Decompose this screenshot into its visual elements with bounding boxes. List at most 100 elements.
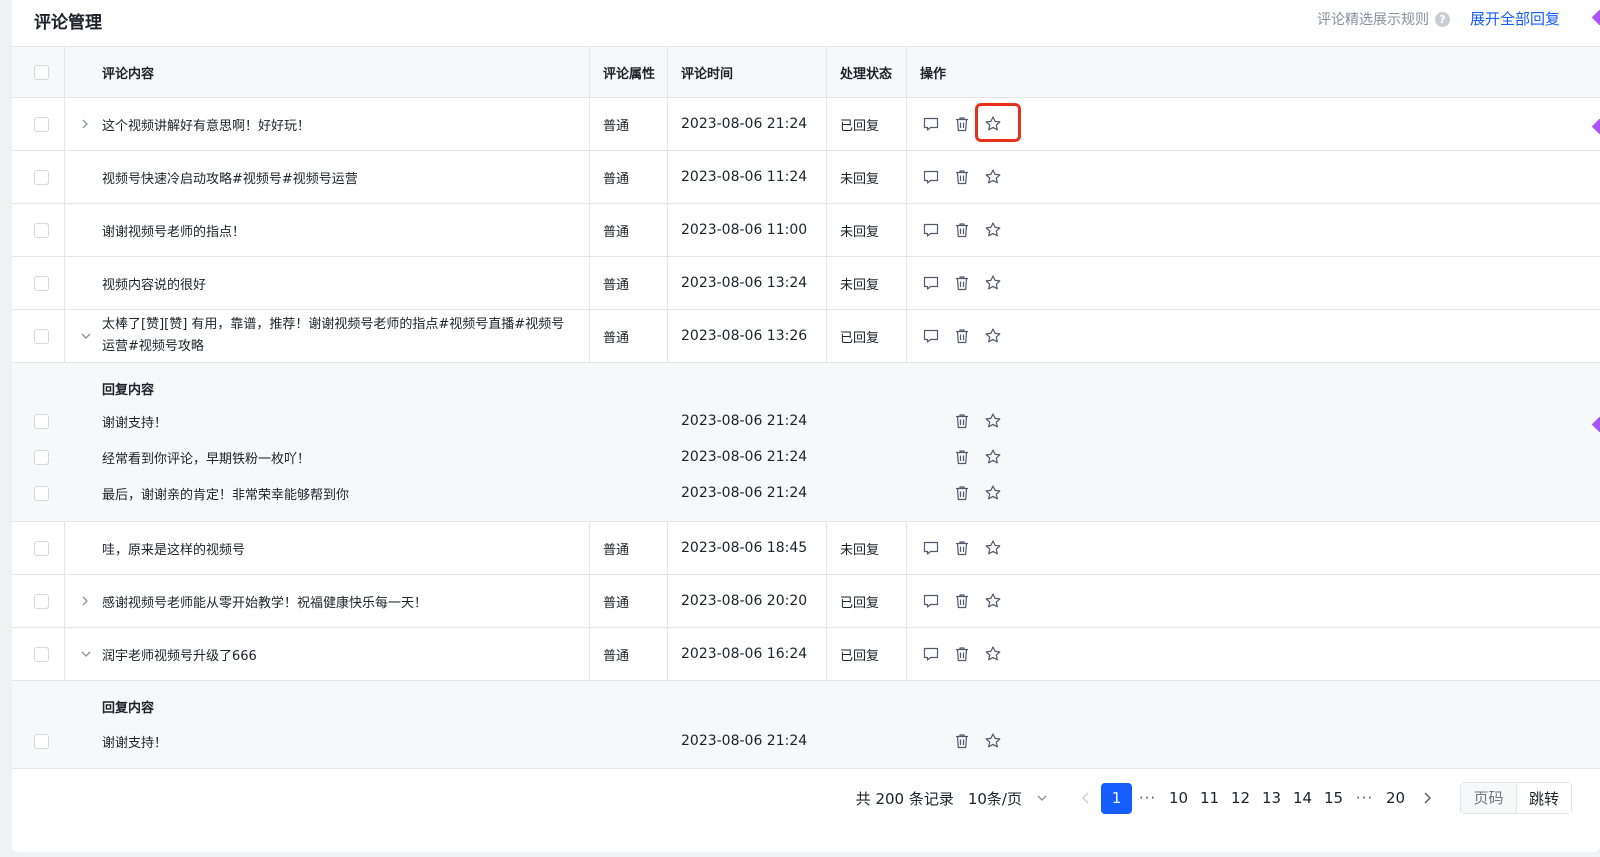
- rule-link[interactable]: 评论精选展示规则 ?: [1317, 9, 1450, 29]
- reply-comment-icon[interactable]: [915, 589, 946, 613]
- status-badge: 已回复: [840, 330, 880, 346]
- reply-comment-icon[interactable]: [915, 271, 946, 295]
- column-header-status: 处理状态: [840, 66, 893, 82]
- reply-checkbox[interactable]: [34, 449, 49, 465]
- comment-content: 视频号快速冷启动攻略#视频号#视频号运营: [102, 171, 358, 187]
- page-button[interactable]: 15: [1318, 783, 1349, 814]
- comment-content: 这个视频讲解好有意思啊！好好玩！: [102, 118, 311, 134]
- comment-content: 太棒了[赞][赞] 有用，靠谱，推荐！谢谢视频号老师的指点#视频号直播#视频号: [102, 317, 565, 332]
- comment-attribute: 普通: [603, 118, 630, 134]
- reply-comment-icon[interactable]: [915, 642, 946, 666]
- feature-star-icon[interactable]: [977, 729, 1008, 753]
- page-ellipsis[interactable]: ···: [1132, 783, 1163, 814]
- rule-link-label: 评论精选展示规则: [1317, 12, 1429, 28]
- feature-star-icon[interactable]: [977, 536, 1008, 560]
- expand-row-icon[interactable]: [80, 98, 90, 150]
- delete-trash-icon[interactable]: [946, 589, 977, 613]
- row-checkbox-cell: [34, 628, 49, 680]
- delete-trash-icon[interactable]: [946, 218, 977, 242]
- row-actions: [915, 204, 1008, 256]
- next-page-button[interactable]: [1411, 783, 1442, 814]
- page-button[interactable]: 10: [1163, 783, 1194, 814]
- chevron-left-icon: [1081, 792, 1088, 804]
- collapse-row-icon[interactable]: [80, 310, 92, 362]
- prev-page-button[interactable]: [1070, 783, 1101, 814]
- reply-row: 经常看到你评论，早期铁粉一枚吖！ 2023-08-06 21:24: [12, 439, 1600, 475]
- expand-row-icon[interactable]: [80, 575, 90, 627]
- delete-trash-icon[interactable]: [946, 409, 977, 433]
- reply-time: 2023-08-06 21:24: [681, 485, 808, 501]
- reply-checkbox[interactable]: [34, 733, 49, 749]
- question-circle-icon[interactable]: ?: [1435, 11, 1450, 27]
- page-ellipsis[interactable]: ···: [1349, 783, 1380, 814]
- feature-star-icon[interactable]: [977, 165, 1008, 189]
- row-checkbox[interactable]: [34, 275, 49, 291]
- row-checkbox[interactable]: [34, 593, 49, 609]
- expand-all-replies-link[interactable]: 展开全部回复: [1470, 8, 1560, 29]
- delete-trash-icon[interactable]: [946, 324, 977, 348]
- collapse-row-icon[interactable]: [80, 628, 92, 680]
- page-button[interactable]: 20: [1380, 783, 1411, 814]
- row-checkbox[interactable]: [34, 169, 49, 185]
- comment-management-card: 评论管理 评论精选展示规则 ? 展开全部回复 评论内容 评论属性 评论时间 处理…: [12, 0, 1600, 852]
- reply-row: 最后，谢谢亲的肯定！非常荣幸能够帮到你 2023-08-06 21:24: [12, 475, 1600, 511]
- delete-trash-icon[interactable]: [946, 165, 977, 189]
- reply-time: 2023-08-06 21:24: [681, 733, 808, 749]
- row-checkbox[interactable]: [34, 328, 49, 344]
- delete-trash-icon[interactable]: [946, 729, 977, 753]
- column-header-actions: 操作: [920, 66, 947, 82]
- comment-content: 感谢视频号老师能从零开始教学！祝福健康快乐每一天！: [102, 595, 428, 611]
- feature-star-icon[interactable]: [977, 218, 1008, 242]
- reply-actions: [946, 475, 1008, 511]
- reply-section: 回复内容 谢谢支持！ 2023-08-06 21:24: [12, 681, 1600, 769]
- jump-button[interactable]: 跳转: [1517, 783, 1571, 813]
- row-checkbox[interactable]: [34, 116, 49, 132]
- delete-trash-icon[interactable]: [946, 271, 977, 295]
- reply-comment-icon[interactable]: [915, 324, 946, 348]
- comment-content: 谢谢视频号老师的指点！: [102, 224, 246, 240]
- reply-comment-icon[interactable]: [915, 165, 946, 189]
- feature-star-icon[interactable]: [977, 271, 1008, 295]
- delete-trash-icon[interactable]: [946, 112, 977, 136]
- reply-checkbox[interactable]: [34, 413, 49, 429]
- reply-comment-icon[interactable]: [915, 112, 946, 136]
- row-checkbox-cell: [34, 257, 49, 309]
- comment-attribute: 普通: [603, 224, 630, 240]
- column-header-time: 评论时间: [681, 66, 734, 82]
- reply-comment-icon[interactable]: [915, 218, 946, 242]
- reply-checkbox[interactable]: [34, 485, 49, 501]
- page-button[interactable]: 11: [1194, 783, 1225, 814]
- page-header: 评论管理 评论精选展示规则 ? 展开全部回复: [12, 0, 1600, 46]
- delete-trash-icon[interactable]: [946, 445, 977, 469]
- comment-time: 2023-08-06 16:24: [681, 646, 808, 662]
- page-button[interactable]: 1: [1101, 782, 1132, 814]
- comment-content: 润宇老师视频号升级了666: [102, 648, 257, 664]
- select-all-checkbox[interactable]: [34, 64, 49, 80]
- table-row: 这个视频讲解好有意思啊！好好玩！ 普通 2023-08-06 21:24 已回复: [12, 98, 1600, 151]
- table-row: 润宇老师视频号升级了666 普通 2023-08-06 16:24 已回复: [12, 628, 1600, 681]
- delete-trash-icon[interactable]: [946, 536, 977, 560]
- page-jump-input[interactable]: [1461, 783, 1517, 813]
- page-button[interactable]: 12: [1225, 783, 1256, 814]
- reply-content: 谢谢支持！: [102, 415, 168, 431]
- reply-actions: [946, 403, 1008, 439]
- feature-star-icon[interactable]: [977, 589, 1008, 613]
- page-button[interactable]: 14: [1287, 783, 1318, 814]
- feature-star-icon[interactable]: [977, 642, 1008, 666]
- row-checkbox[interactable]: [34, 646, 49, 662]
- feature-star-icon[interactable]: [977, 445, 1008, 469]
- row-checkbox[interactable]: [34, 540, 49, 556]
- status-badge: 未回复: [840, 224, 880, 240]
- comment-attribute: 普通: [603, 330, 630, 346]
- reply-content: 谢谢支持！: [102, 735, 168, 751]
- delete-trash-icon[interactable]: [946, 481, 977, 505]
- reply-section: 回复内容 谢谢支持！ 2023-08-06 21:24 经常看到你评论，早期铁粉…: [12, 363, 1600, 522]
- row-checkbox[interactable]: [34, 222, 49, 238]
- feature-star-icon[interactable]: [977, 481, 1008, 505]
- feature-star-icon[interactable]: [977, 409, 1008, 433]
- reply-comment-icon[interactable]: [915, 536, 946, 560]
- page-button[interactable]: 13: [1256, 783, 1287, 814]
- page-size-select[interactable]: 10条/页: [968, 788, 1048, 809]
- feature-star-icon[interactable]: [977, 324, 1008, 348]
- delete-trash-icon[interactable]: [946, 642, 977, 666]
